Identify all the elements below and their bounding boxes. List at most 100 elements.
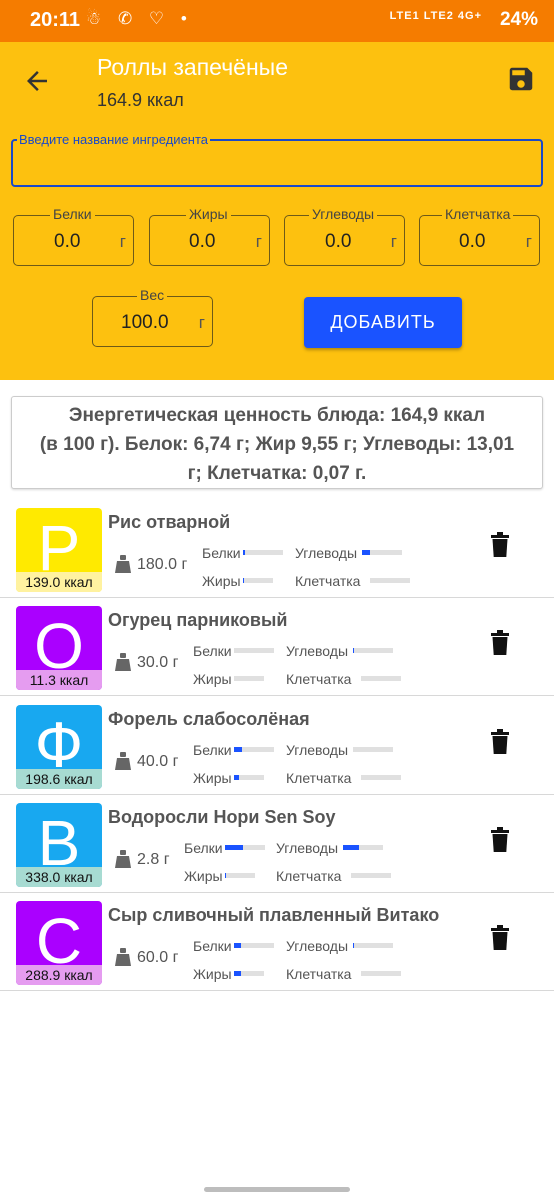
fiber-unit: г [525,232,532,251]
trash-icon[interactable] [490,630,510,656]
carbs-label: Углеводы [276,840,339,856]
fiber-label: Клетчатка [276,868,342,884]
ingredient-name: Огурец парниковый [108,610,288,630]
ingredient-weight: 2.8 г [137,851,170,868]
weight-unit: г [198,313,205,332]
fiber-value[interactable]: 0.0 [459,231,485,253]
fat-label: Жиры [193,966,232,982]
protein-bar-fill [243,550,245,555]
carbs-bar [343,845,383,850]
ingredient-name: Рис отварной [108,512,231,532]
fat-label: Жиры [202,573,241,589]
ingredient-weight: 180.0 г [137,556,188,573]
protein-value[interactable]: 0.0 [54,231,80,253]
protein-field[interactable]: Белки 0.0 г [13,206,134,266]
protein-label: Белки [193,938,232,954]
carbs-bar-fill [343,845,359,850]
ingredient-avatar: О 11.3 ккал [16,606,102,690]
status-time: 20:11 [30,9,81,31]
arrow-left-icon[interactable] [22,66,52,96]
fat-bar [234,971,264,976]
fiber-bar [370,578,410,583]
fiber-field[interactable]: Клетчатка 0.0 г [419,206,540,266]
carbs-field[interactable]: Углеводы 0.0 г [284,206,405,266]
trash-icon[interactable] [490,827,510,853]
fat-bar-fill [243,578,244,583]
carbs-bar-fill [362,550,370,555]
fat-value[interactable]: 0.0 [189,231,215,253]
carbs-label: Углеводы [295,545,358,561]
carbs-bar-fill [353,943,355,948]
trash-icon[interactable] [490,729,510,755]
page-title: Роллы запечёные [97,54,288,80]
fiber-label: Клетчатка [295,573,361,589]
weight-label: Вес [137,287,168,303]
ingredient-row[interactable]: С 288.9 ккал Сыр сливочный плавленный Ви… [0,893,554,991]
carbs-bar [353,648,393,653]
floppy-disk-icon[interactable] [506,64,536,94]
summary-line-1: Энергетическая ценность блюда: 164,9 кка… [68,405,486,426]
weight-field[interactable]: Вес 100.0 г [92,287,213,347]
header-panel: Роллы запечёные 164.9 ккал Введите назва… [0,42,554,380]
carbs-label: Углеводы [309,206,378,222]
ingredient-weight: 30.0 г [137,654,179,671]
fiber-label: Клетчатка [286,671,352,687]
summary-line-2: (в 100 г). Белок: 6,74 г; Жир 9,55 г; Уг… [39,434,515,455]
home-indicator[interactable] [204,1187,350,1192]
fiber-label: Клетчатка [286,966,352,982]
fiber-label: Клетчатка [286,770,352,786]
trash-icon[interactable] [490,532,510,558]
carbs-bar-fill [353,648,354,653]
protein-unit: г [119,232,126,251]
carbs-label: Углеводы [286,938,349,954]
weight-value[interactable]: 100.0 [121,312,169,334]
protein-label: Белки [50,206,95,222]
ingredient-name: Форель слабосолёная [108,709,310,729]
protein-bar [234,747,274,752]
protein-label: Белки [202,545,241,561]
protein-bar-fill [234,943,242,948]
fat-bar-fill [234,971,241,976]
fat-field[interactable]: Жиры 0.0 г [149,206,270,266]
fat-bar-fill [234,775,239,780]
ingredient-name-input[interactable] [21,151,531,177]
ingredient-name-label: Введите название ингредиента [17,132,211,147]
carbs-bar [353,747,393,752]
carbs-unit: г [390,232,397,251]
fat-bar [225,873,255,878]
fiber-bar [361,676,401,681]
ingredient-kcal: 139.0 ккал [16,572,102,592]
carbs-value[interactable]: 0.0 [325,231,351,253]
weight-icon [115,752,131,770]
protein-label: Белки [193,742,232,758]
fat-bar [234,676,264,681]
nutrition-summary: Энергетическая ценность блюда: 164,9 кка… [11,396,543,489]
protein-bar [243,550,283,555]
ingredient-avatar: Ф 198.6 ккал [16,705,102,789]
ingredient-weight: 60.0 г [137,949,179,966]
carbs-label: Углеводы [286,742,349,758]
fat-label: Жиры [184,868,223,884]
protein-bar [234,943,274,948]
ingredient-row[interactable]: Ф 198.6 ккал Форель слабосолёная 40.0 г … [0,697,554,795]
fiber-label: Клетчатка [442,206,514,222]
fat-label: Жиры [186,206,231,222]
weight-icon [115,850,131,868]
ingredient-kcal: 198.6 ккал [16,769,102,789]
add-ingredient-button[interactable]: ДОБАВИТЬ [304,297,462,348]
fiber-bar [361,775,401,780]
ingredient-name-field[interactable]: Введите название ингредиента [11,132,543,187]
carbs-bar [353,943,393,948]
ingredient-row[interactable]: Р 139.0 ккал Рис отварной 180.0 г Белки … [0,500,554,598]
fat-label: Жиры [193,770,232,786]
protein-bar [234,648,274,653]
ingredient-kcal: 288.9 ккал [16,965,102,985]
ingredient-kcal: 338.0 ккал [16,867,102,887]
protein-label: Белки [193,643,232,659]
carbs-label: Углеводы [286,643,349,659]
trash-icon[interactable] [490,925,510,951]
ingredient-name: Сыр сливочный плавленный Витако [108,905,440,925]
ingredient-row[interactable]: В 338.0 ккал Водоросли Нори Sen Soy 2.8 … [0,795,554,893]
carbs-bar [362,550,402,555]
ingredient-row[interactable]: О 11.3 ккал Огурец парниковый 30.0 г Бел… [0,598,554,696]
